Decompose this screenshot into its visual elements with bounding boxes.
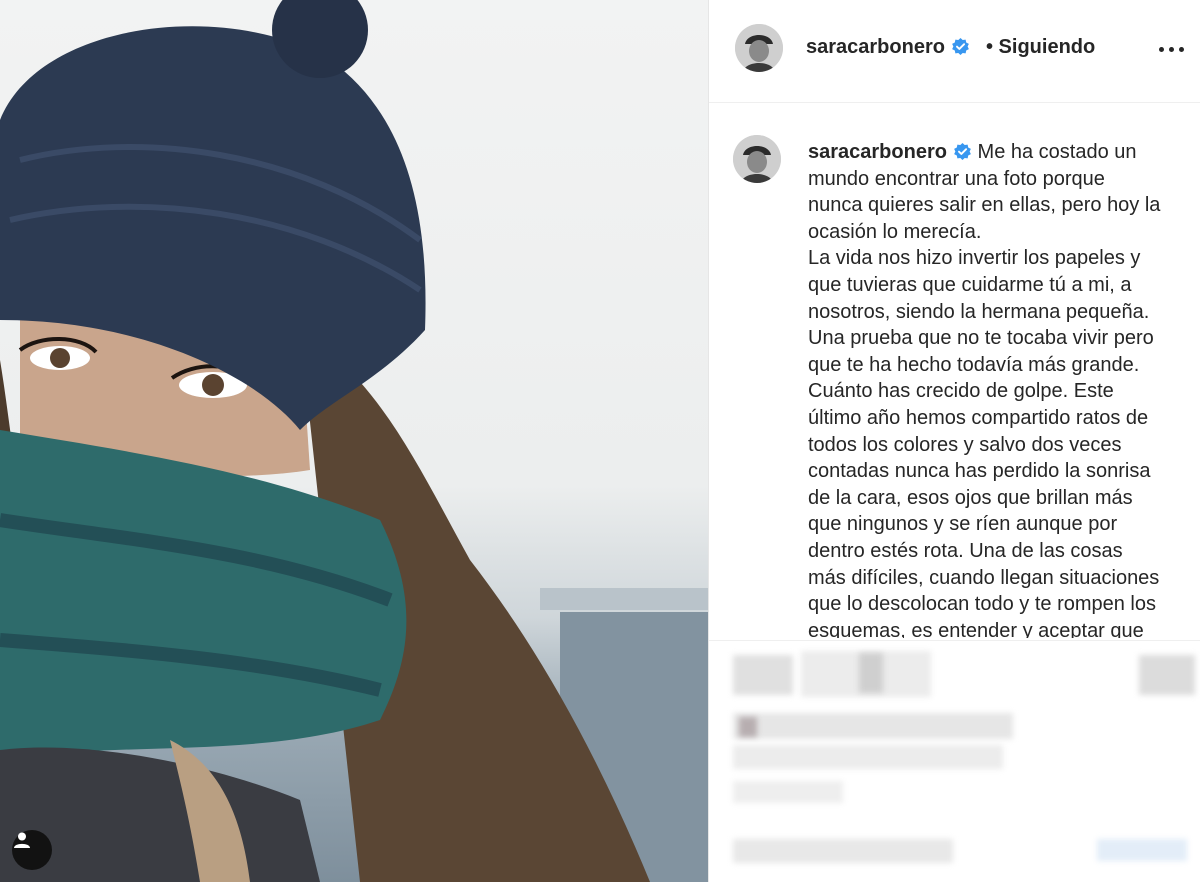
obscured-actions-area <box>709 640 1200 883</box>
obscured-block <box>733 781 843 803</box>
caption-line: todos los colores y salvo dos veces <box>808 433 1122 456</box>
verified-badge-icon <box>952 37 969 56</box>
caption-line: saracarbonero Me ha costado un <box>808 139 1193 166</box>
user-tag-icon <box>14 832 30 848</box>
caption-line: más difíciles, cuando llegan situaciones <box>808 566 1160 589</box>
caption-line: que te ha hecho todavía más grande. <box>808 353 1140 376</box>
post-photo-image <box>0 0 708 882</box>
caption-text: Me ha costado un <box>977 141 1137 163</box>
obscured-block <box>733 745 1003 769</box>
caption-line: que ningunos y se ríen aunque por <box>808 513 1118 536</box>
caption-line: nunca quieres salir en ellas, pero hoy l… <box>808 194 1161 217</box>
caption-username[interactable]: saracarbonero <box>808 141 947 163</box>
obscured-block <box>733 713 1013 739</box>
caption-area: saracarbonero Me ha costado un mundo enc… <box>709 103 1200 638</box>
verified-badge-icon <box>954 142 971 161</box>
caption-line: dentro estés rota. Una de las cosas <box>808 539 1123 562</box>
caption-line: contadas nunca has perdido la sonrisa <box>808 460 1151 483</box>
caption-line: que lo descolocan todo y te rompen los <box>808 593 1156 616</box>
tagged-users-button[interactable] <box>12 830 52 870</box>
caption-line: Una prueba que no te tocaba vivir pero <box>808 327 1154 350</box>
caption-line: La vida nos hizo invertir los papeles y <box>808 247 1141 270</box>
caption-line: último año hemos compartido ratos de <box>808 406 1149 429</box>
obscured-block <box>739 717 757 737</box>
caption-line: Cuánto has crecido de golpe. Este <box>808 380 1114 403</box>
caption-line: ocasión lo merecía. <box>808 220 982 243</box>
obscured-block <box>1097 839 1187 861</box>
caption-line: esquemas, es entender y aceptar que <box>808 619 1144 638</box>
post-header: saracarbonero • Siguiendo <box>709 0 1200 103</box>
author-avatar-image <box>735 24 783 72</box>
caption-line: que tuvieras que cuidarme tú a mi, a <box>808 273 1132 296</box>
caption-line: de la cara, esos ojos que brillan más <box>808 486 1133 509</box>
more-options-icon[interactable] <box>1157 34 1187 62</box>
caption-line: nosotros, siendo la hermana pequeña. <box>808 300 1150 323</box>
obscured-block <box>859 653 883 693</box>
caption-line: mundo encontrar una foto porque <box>808 167 1105 190</box>
obscured-block <box>1139 655 1195 695</box>
caption-author-avatar[interactable] <box>733 135 781 183</box>
post-details-panel: saracarbonero • Siguiendo saracarbonero <box>708 0 1200 882</box>
author-avatar[interactable] <box>735 24 783 72</box>
author-username[interactable]: saracarbonero <box>806 36 970 59</box>
obscured-block <box>733 839 953 863</box>
caption-avatar-image <box>733 135 781 183</box>
post-caption: saracarbonero Me ha costado un mundo enc… <box>808 139 1193 638</box>
obscured-block <box>733 655 793 695</box>
follow-status-button[interactable]: • Siguiendo <box>986 36 1095 59</box>
post-photo[interactable] <box>0 0 708 882</box>
